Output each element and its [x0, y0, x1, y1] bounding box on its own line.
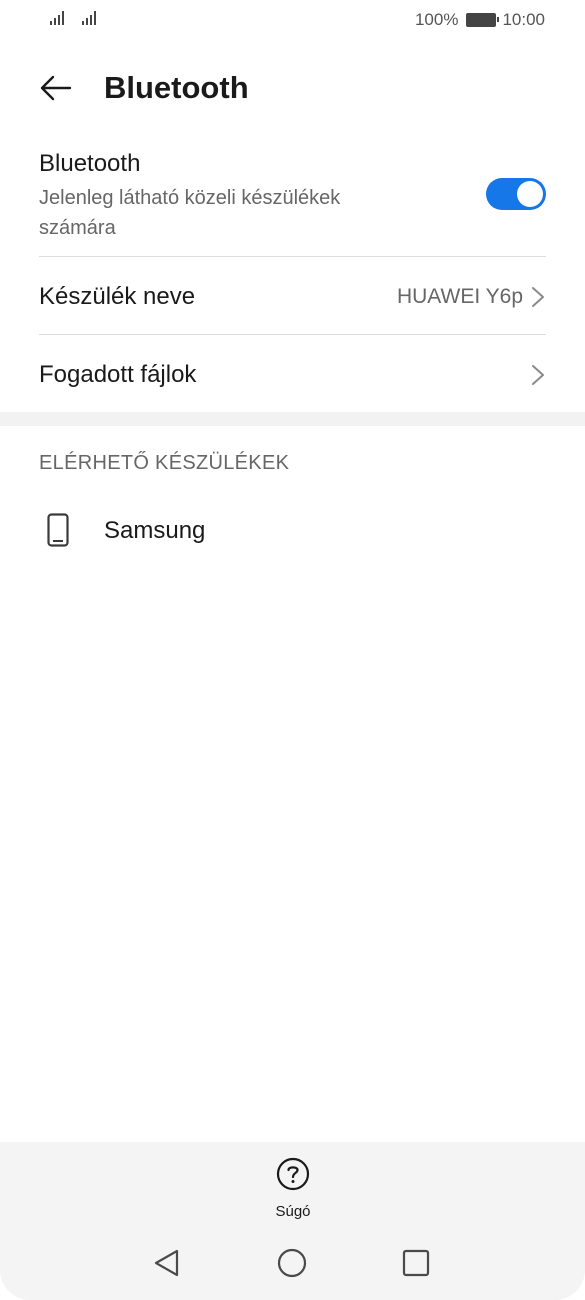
- signal-icon: [50, 11, 68, 25]
- back-button[interactable]: [38, 70, 74, 106]
- device-name: Samsung: [104, 517, 206, 544]
- status-bar: 100% 10:00: [0, 0, 585, 40]
- device-name-label: Készülék neve: [39, 283, 196, 310]
- toggle-knob: [517, 181, 543, 207]
- bluetooth-toggle[interactable]: [486, 178, 546, 210]
- chevron-right-icon: [532, 287, 544, 307]
- system-navigation-bar: [0, 1237, 585, 1297]
- nav-home-button[interactable]: [274, 1245, 310, 1281]
- header: Bluetooth: [0, 60, 585, 116]
- bottom-bar: Súgó: [0, 1142, 585, 1300]
- available-devices-title: ELÉRHETŐ KÉSZÜLÉKEK: [39, 452, 290, 474]
- signal-icon: [82, 11, 100, 25]
- phone-icon: [47, 513, 69, 547]
- circle-home-icon: [277, 1248, 307, 1278]
- status-right: 100% 10:00: [415, 10, 545, 30]
- nav-back-button[interactable]: [149, 1245, 185, 1281]
- device-name-row[interactable]: Készülék neve HUAWEI Y6p: [0, 257, 585, 334]
- nav-recents-button[interactable]: [398, 1245, 434, 1281]
- device-name-value: HUAWEI Y6p: [396, 285, 523, 308]
- bluetooth-settings-screen: 100% 10:00 Bluetooth Bluetooth Jelenleg …: [0, 0, 585, 1300]
- help-icon: [276, 1157, 310, 1191]
- section-separator: [0, 412, 585, 426]
- battery-percent: 100%: [414, 10, 459, 29]
- received-files-row[interactable]: Fogadott fájlok: [0, 335, 585, 412]
- bluetooth-visibility-description: Jelenleg látható közeli készülékek számá…: [39, 187, 341, 239]
- battery-icon: [466, 13, 500, 27]
- chevron-right-icon: [532, 365, 544, 385]
- page-title: Bluetooth: [104, 70, 249, 105]
- triangle-back-icon: [154, 1249, 179, 1277]
- status-time: 10:00: [502, 10, 545, 29]
- help-label: Súgó: [275, 1203, 311, 1220]
- back-arrow-icon: [40, 75, 72, 101]
- square-recents-icon: [402, 1249, 430, 1277]
- received-files-label: Fogadott fájlok: [39, 361, 197, 388]
- list-item-device[interactable]: Samsung: [0, 508, 585, 554]
- help-button[interactable]: Súgó: [262, 1156, 324, 1224]
- bluetooth-label: Bluetooth: [39, 150, 141, 177]
